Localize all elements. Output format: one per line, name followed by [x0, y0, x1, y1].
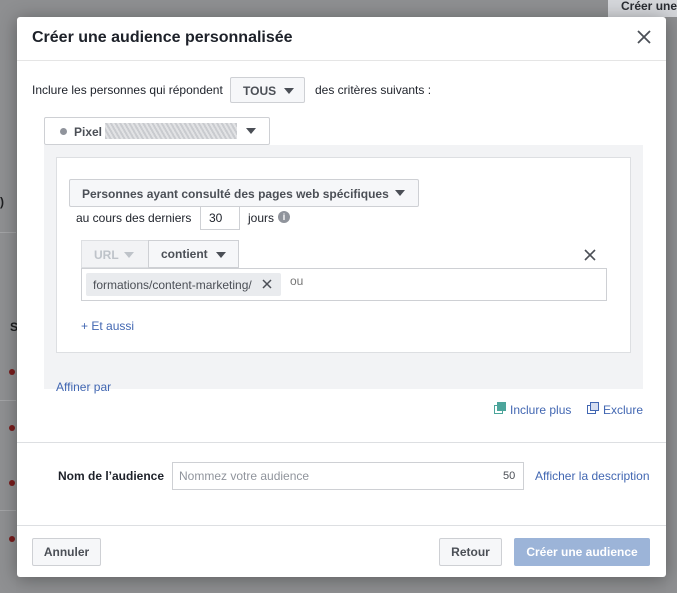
include-mode-dropdown[interactable]: TOUS: [230, 77, 305, 103]
audience-name-char-count: 50: [503, 470, 516, 482]
background-left-strip: ) S: [0, 60, 18, 593]
footer-divider: [17, 525, 666, 526]
remove-rule-close-icon[interactable]: [584, 249, 596, 261]
info-icon[interactable]: i: [278, 211, 290, 223]
include-suffix-label: des critères suivants :: [315, 83, 432, 97]
rule-card: Personnes ayant consulté des pages web s…: [56, 157, 631, 353]
include-prefix-label: Inclure les personnes qui répondent: [32, 83, 223, 97]
background-create-button: Créer une: [608, 0, 677, 17]
pixel-label: Pixel: [74, 125, 103, 139]
chevron-down-icon: [124, 252, 134, 258]
url-token-label: formations/content-marketing/: [93, 278, 252, 292]
section-divider: [17, 442, 666, 443]
dialog-title: Créer une audience personnalisée: [32, 29, 293, 46]
pixel-name-redacted: [105, 123, 237, 139]
operator-dropdown[interactable]: contient: [148, 240, 239, 268]
exclude-icon: [587, 402, 599, 414]
url-token-input[interactable]: formations/content-marketing/: [81, 268, 607, 301]
background-status-dot: [9, 536, 15, 542]
show-description-link[interactable]: Afficher la description: [535, 469, 650, 483]
chevron-down-icon: [246, 128, 256, 134]
chevron-down-icon: [216, 252, 226, 258]
background-divider: [0, 400, 16, 401]
url-or-input[interactable]: [290, 274, 590, 288]
include-more-icon: [494, 402, 506, 414]
audience-name-input[interactable]: [172, 462, 524, 490]
exclude-link[interactable]: Exclure: [603, 403, 643, 417]
refine-by-link[interactable]: Affiner par: [56, 380, 111, 394]
event-type-label: Personnes ayant consulté des pages web s…: [82, 187, 389, 201]
background-divider: [0, 510, 16, 511]
pixel-status-icon: [60, 128, 67, 135]
duration-prefix-label: au cours des derniers: [76, 211, 192, 225]
rule-panel: Personnes ayant consulté des pages web s…: [44, 145, 643, 394]
dialog-header: Créer une audience personnalisée: [17, 17, 666, 61]
background-status-dot: [9, 369, 15, 375]
background-status-dot: [9, 480, 15, 486]
cancel-button[interactable]: Annuler: [32, 538, 101, 566]
back-button[interactable]: Retour: [439, 538, 502, 566]
background-fragment-paren: ): [0, 195, 4, 209]
background-status-dot: [9, 425, 15, 431]
include-more-link[interactable]: Inclure plus: [510, 403, 571, 417]
remove-token-close-icon[interactable]: [262, 279, 272, 289]
include-mode-label: TOUS: [243, 84, 277, 98]
close-icon[interactable]: [635, 28, 653, 46]
url-field-dropdown: URL: [81, 240, 149, 268]
create-audience-button[interactable]: Créer une audience: [514, 538, 650, 566]
audience-name-label: Nom de l’audience: [58, 469, 165, 483]
duration-unit-label: jours: [248, 211, 275, 225]
background-divider: [0, 232, 16, 233]
background-right-strip: [666, 60, 677, 593]
create-custom-audience-dialog: Créer une audience personnalisée Inclure…: [17, 17, 666, 577]
url-field-label: URL: [94, 248, 119, 262]
chevron-down-icon: [284, 88, 294, 94]
add-and-condition-link[interactable]: + Et aussi: [81, 319, 134, 333]
event-type-dropdown[interactable]: Personnes ayant consulté des pages web s…: [69, 179, 419, 207]
retention-days-input[interactable]: [200, 206, 240, 230]
pixel-selector-dropdown[interactable]: Pixel: [44, 117, 270, 145]
url-token: formations/content-marketing/: [86, 273, 281, 296]
operator-label: contient: [161, 247, 208, 261]
chevron-down-icon: [395, 190, 405, 196]
